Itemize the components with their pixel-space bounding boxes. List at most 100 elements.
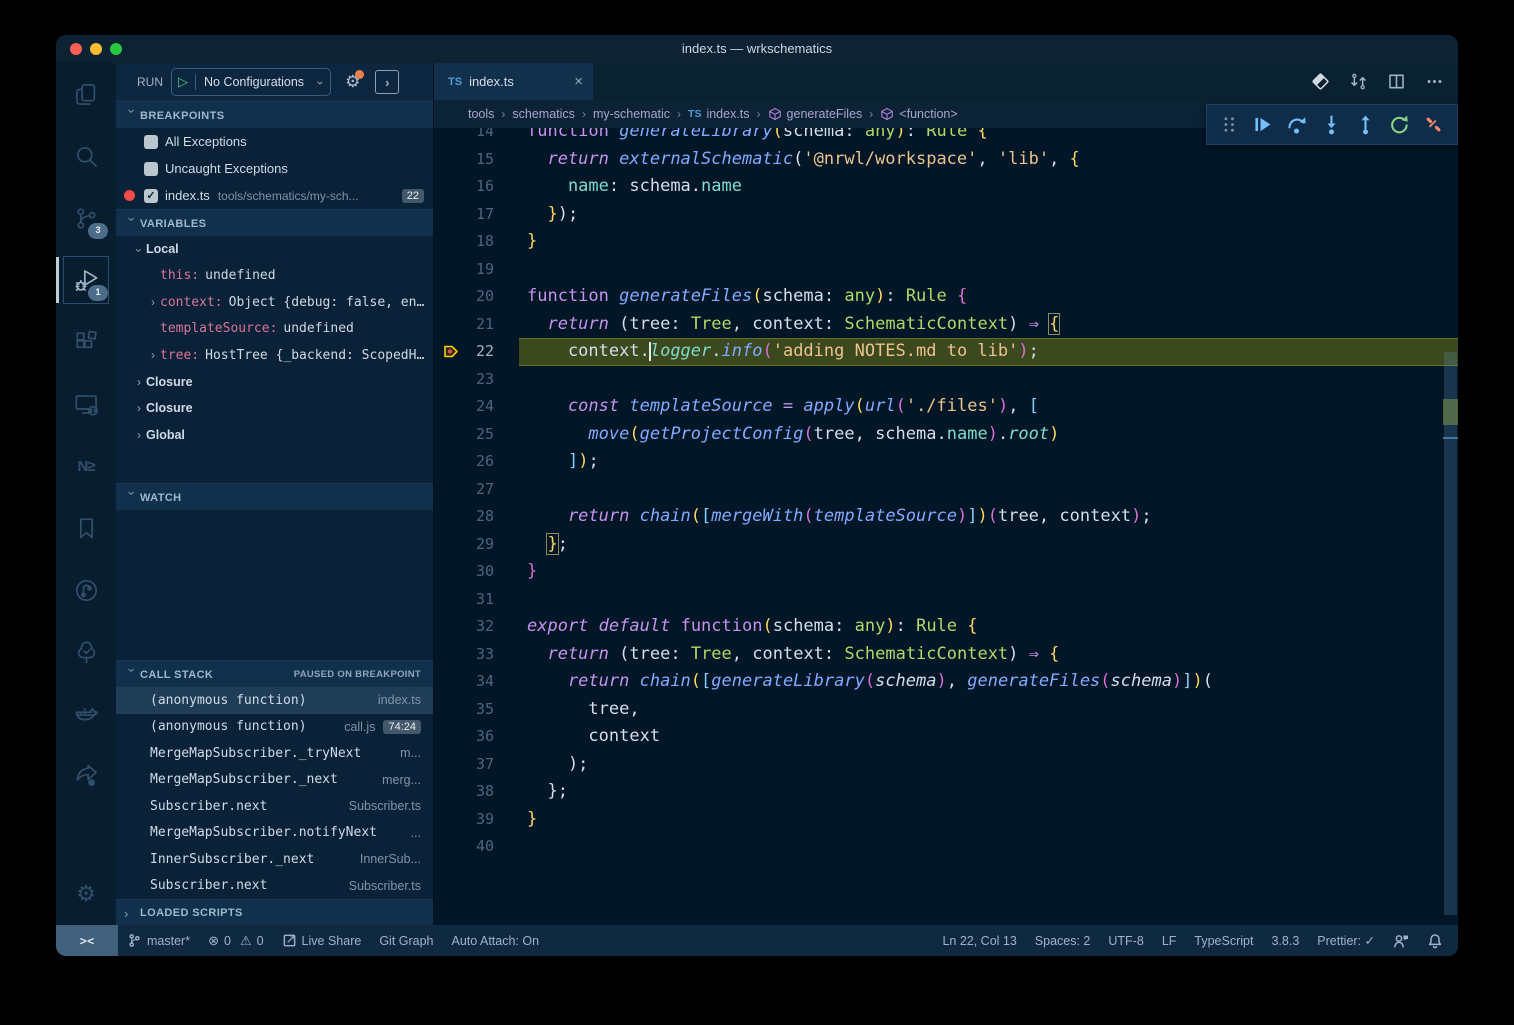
variables-scope-row[interactable]: ›Local [116,236,433,263]
cursor-position[interactable]: Ln 22, Col 13 [933,925,1025,956]
variables-section-header[interactable]: ›VARIABLES [116,209,433,237]
feedback[interactable] [1384,925,1418,956]
variables-scope-row[interactable]: ›Global [116,422,433,449]
call-stack-frame[interactable]: (anonymous function)call.js74:24 [116,714,433,741]
git-graph[interactable]: Git Graph [370,925,442,956]
code-line[interactable]: 22context.logger.info('adding NOTES.md t… [434,338,1458,366]
configure-gear-button[interactable]: ⚙ [345,72,360,92]
source-control-icon[interactable]: 3 [56,187,116,249]
breadcrumb-item[interactable]: schematics [512,107,575,121]
call-stack-frame[interactable]: MergeMapSubscriber.notifyNext... [116,820,433,847]
debug-console-button[interactable]: › [375,70,399,94]
code-line[interactable]: 20function generateFiles(schema: any): R… [434,283,1458,311]
step-over-button[interactable] [1286,114,1307,135]
code-line[interactable]: 31 [434,586,1458,614]
call-stack-section-header[interactable]: ›CALL STACKPAUSED ON BREAKPOINT [116,660,433,688]
more-actions-icon[interactable] [1425,72,1444,91]
breakpoints-section-header[interactable]: ›BREAKPOINTS [116,101,433,129]
breakpoint-checkbox[interactable] [144,162,158,176]
code-line[interactable]: 19 [434,256,1458,284]
split-editor-icon[interactable] [1387,72,1406,91]
step-into-button[interactable] [1321,114,1342,135]
auto-attach[interactable]: Auto Attach: On [443,925,549,956]
variable-item[interactable]: this:undefined [116,263,433,290]
gitlens-icon[interactable] [56,559,116,621]
code-line[interactable]: 25move(getProjectConfig(tree, schema.nam… [434,421,1458,449]
code-line[interactable]: 28return chain([mergeWith(templateSource… [434,503,1458,531]
code-line[interactable]: 26]); [434,448,1458,476]
testing-icon[interactable] [56,621,116,683]
code-line[interactable]: 37); [434,751,1458,779]
remote-indicator[interactable]: >< [56,925,118,956]
variables-scope-row[interactable]: ›Closure [116,369,433,396]
explorer-icon[interactable] [56,63,116,125]
code-line[interactable]: 30} [434,558,1458,586]
variable-item[interactable]: ›context:Object {debug: false, en… [116,289,433,316]
breakpoint-checkbox[interactable]: ✓ [144,189,158,203]
encoding[interactable]: UTF-8 [1099,925,1152,956]
code-line[interactable]: 36context [434,723,1458,751]
breadcrumb-item[interactable]: my-schematic [593,107,670,121]
breadcrumb-item[interactable]: TSindex.ts [688,107,750,121]
breakpoint-item[interactable]: Uncaught Exceptions [116,155,433,182]
tab-index-ts[interactable]: TS index.ts × [434,63,593,100]
git-branch[interactable]: master* [118,925,199,956]
close-tab-icon[interactable]: × [574,73,583,90]
call-stack-frame[interactable]: MergeMapSubscriber._tryNextm... [116,740,433,767]
code-line[interactable]: 40 [434,833,1458,861]
code-line[interactable]: 15return externalSchematic('@nrwl/worksp… [434,146,1458,174]
code-line[interactable]: 18} [434,228,1458,256]
start-debug-icon[interactable]: ▷ [178,74,188,90]
code-line[interactable]: 34return chain([generateLibrary(schema),… [434,668,1458,696]
language-mode[interactable]: TypeScript [1185,925,1262,956]
prettier[interactable]: Prettier: ✓ [1308,925,1384,956]
bookmarks-icon[interactable] [56,497,116,559]
breakpoint-item[interactable]: ✓index.tstools/schematics/my-sch...22 [116,182,433,209]
step-out-button[interactable] [1355,114,1376,135]
indentation[interactable]: Spaces: 2 [1026,925,1100,956]
call-stack-frame[interactable]: Subscriber.nextSubscriber.ts [116,873,433,900]
breakpoint-item[interactable]: All Exceptions [116,128,433,155]
code-line[interactable]: 29}; [434,531,1458,559]
code-line[interactable]: 35tree, [434,696,1458,724]
toolbar-drag-handle[interactable] [1220,115,1239,134]
docker-icon[interactable] [56,683,116,745]
code-line[interactable]: 23 [434,366,1458,394]
code-line[interactable]: 38}; [434,778,1458,806]
code-line[interactable]: 32export default function(schema: any): … [434,613,1458,641]
open-changes-icon[interactable] [1311,72,1330,91]
loaded-scripts-section-header[interactable]: ›LOADED SCRIPTS [116,899,433,926]
code-line[interactable]: 21return (tree: Tree, context: Schematic… [434,311,1458,339]
breadcrumb-item[interactable]: <function> [880,107,957,121]
continue-button[interactable] [1252,114,1273,135]
restart-button[interactable] [1389,114,1410,135]
breakpoint-checkbox[interactable] [144,135,158,149]
compare-changes-icon[interactable] [1349,72,1368,91]
settings-gear-icon[interactable]: ⚙ [56,863,116,925]
problems[interactable]: ⊗0⚠0 [199,925,272,956]
code-area[interactable]: 14function generateLibrary(schema: any):… [434,128,1458,925]
code-line[interactable]: 24const templateSource = apply(url('./fi… [434,393,1458,421]
live-share-icon[interactable] [56,745,116,807]
run-debug-icon[interactable]: 1 [56,249,116,311]
launch-configuration-dropdown[interactable]: ▷ No Configurations › [171,68,331,96]
watch-section-header[interactable]: ›WATCH [116,483,433,511]
code-line[interactable]: 39} [434,806,1458,834]
call-stack-frame[interactable]: MergeMapSubscriber._nextmerg... [116,767,433,794]
search-icon[interactable] [56,125,116,187]
code-line[interactable]: 16name: schema.name [434,173,1458,201]
call-stack-frame[interactable]: (anonymous function)index.ts [116,687,433,714]
code-line[interactable]: 33return (tree: Tree, context: Schematic… [434,641,1458,669]
live-share[interactable]: Live Share [273,925,371,956]
breadcrumb-item[interactable]: generateFiles [768,107,863,121]
eol[interactable]: LF [1153,925,1186,956]
notifications-bell[interactable] [1418,925,1452,956]
remote-explorer-icon[interactable] [56,373,116,435]
nx-console-icon[interactable]: N≥ [56,435,116,497]
breadcrumb-item[interactable]: tools [468,107,494,121]
ts-version[interactable]: 3.8.3 [1262,925,1308,956]
disconnect-button[interactable] [1423,114,1444,135]
code-line[interactable]: 27 [434,476,1458,504]
variable-item[interactable]: templateSource:undefined [116,316,433,343]
call-stack-frame[interactable]: InnerSubscriber._nextInnerSub... [116,846,433,873]
